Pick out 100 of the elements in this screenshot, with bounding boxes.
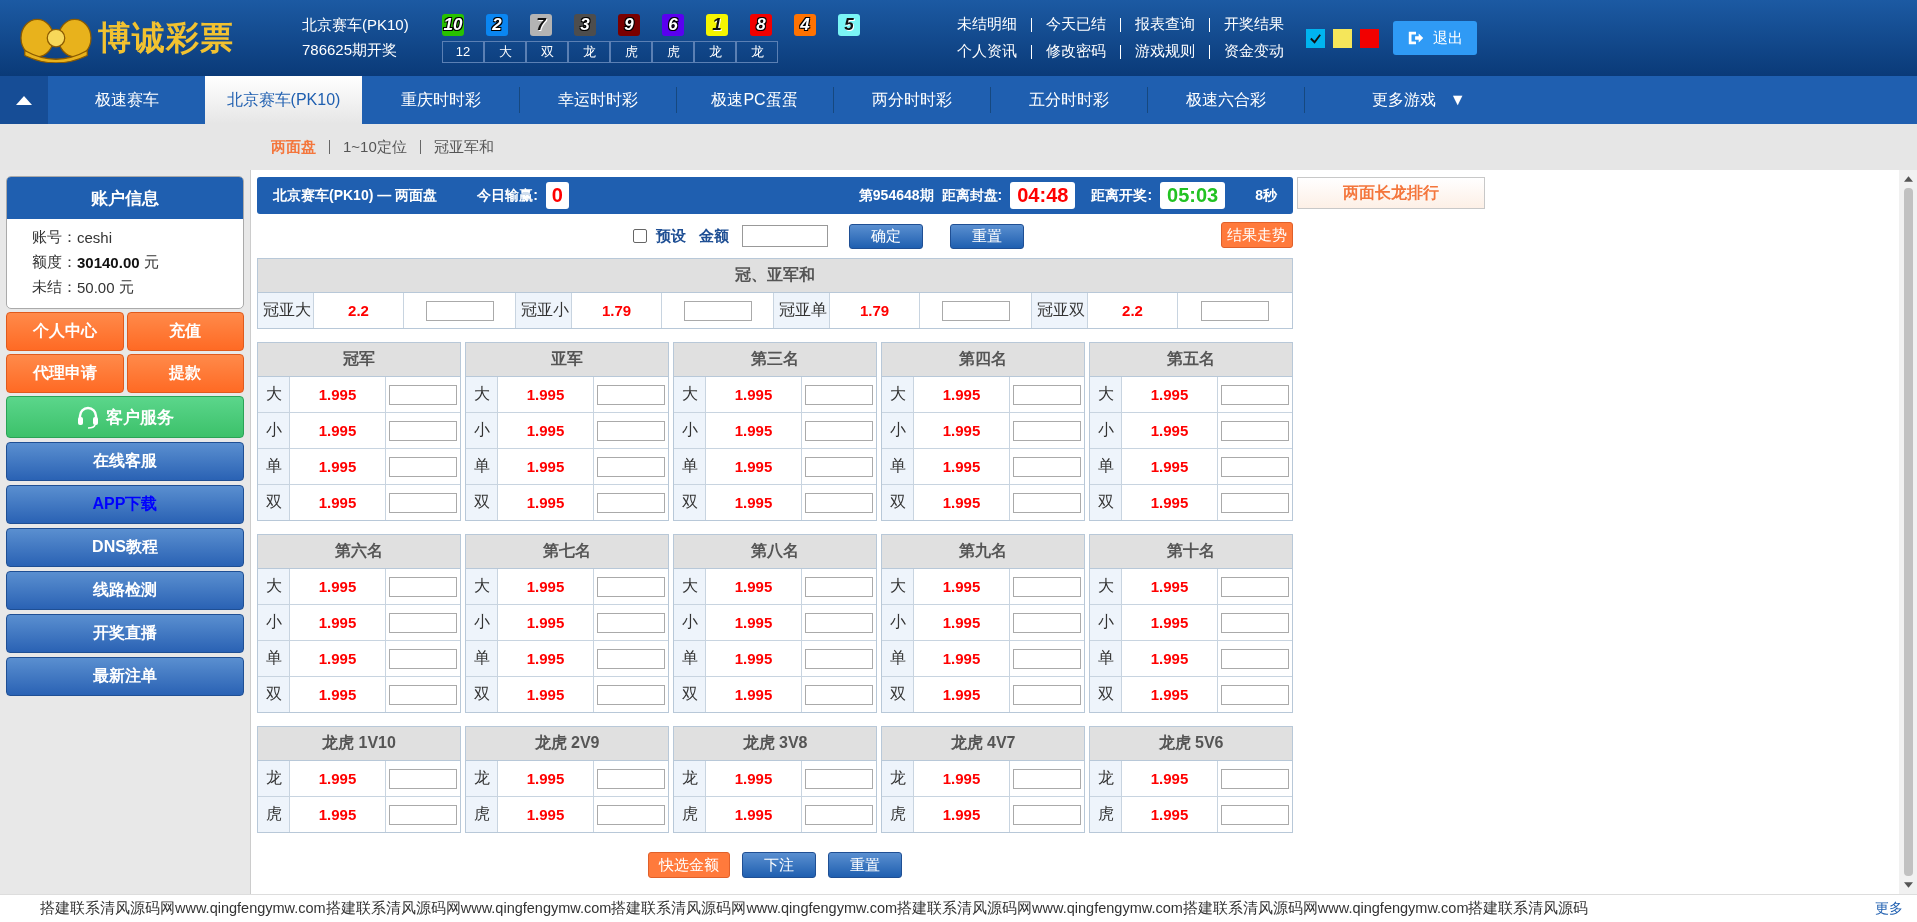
bet-amount-field[interactable] (597, 384, 665, 405)
bet-amount-field[interactable] (1013, 384, 1081, 405)
odds-cell: 1.995 (498, 569, 594, 604)
scrollbar-thumb[interactable] (1903, 188, 1913, 876)
bet-amount-field[interactable] (1221, 768, 1289, 789)
sidebar-button[interactable]: 最新注单 (6, 657, 244, 696)
bet-amount-field[interactable] (1013, 576, 1081, 597)
more-games-tab[interactable]: 更多游戏 ▼ (1304, 76, 1534, 124)
amount-label: 金额 (699, 226, 729, 246)
bet-amount-field[interactable] (941, 300, 1010, 321)
bet-amount-field[interactable] (1201, 300, 1269, 321)
sidebar-button[interactable]: DNS教程 (6, 528, 244, 567)
bet-amount-field[interactable] (1221, 648, 1289, 669)
header-link[interactable]: 未结明细 (957, 15, 1017, 34)
play-type-link[interactable]: 冠亚军和 (433, 137, 494, 157)
sidebar-button[interactable]: 开奖直播 (6, 614, 244, 653)
table-cell: 双 (258, 485, 290, 520)
bet-amount-field[interactable] (597, 768, 665, 789)
bet-amount-field[interactable] (1221, 612, 1289, 633)
bet-amount-field[interactable] (389, 684, 457, 705)
bet-amount-field[interactable] (425, 300, 494, 321)
bet-amount-field[interactable] (389, 384, 457, 405)
bet-amount-field[interactable] (1013, 648, 1081, 669)
sidebar-button[interactable]: 在线客服 (6, 442, 244, 481)
bet-amount-field[interactable] (389, 648, 457, 669)
bet-amount-field[interactable] (1221, 492, 1289, 513)
bet-amount-field[interactable] (805, 456, 873, 477)
bet-amount-field[interactable] (597, 576, 665, 597)
bet-amount-field[interactable] (389, 576, 457, 597)
header-link[interactable]: 修改密码 (1046, 42, 1106, 61)
table-cell: 双 (674, 485, 706, 520)
bet-amount-field[interactable] (1013, 612, 1081, 633)
play-type-link[interactable]: 1~10定位 (343, 137, 407, 157)
amount-field[interactable] (742, 225, 828, 247)
game-tab[interactable]: 五分时时彩 (990, 76, 1147, 124)
odds-cell: 1.995 (290, 605, 386, 640)
game-tab[interactable]: 极速六合彩 (1147, 76, 1304, 124)
more-link[interactable]: 更多 (1875, 899, 1903, 918)
game-tab[interactable]: 极速PC蛋蛋 (676, 76, 833, 124)
bet-amount-field[interactable] (597, 804, 665, 825)
header-link[interactable]: 今天已结 (1046, 15, 1106, 34)
action-button[interactable]: 重置 (828, 852, 902, 878)
bet-amount-field[interactable] (805, 492, 873, 513)
bet-amount-field[interactable] (389, 804, 457, 825)
collapse-button[interactable] (0, 76, 48, 124)
sidebar-button[interactable]: 线路检测 (6, 571, 244, 610)
bet-amount-field[interactable] (597, 420, 665, 441)
header-link[interactable]: 资金变动 (1224, 42, 1284, 61)
bet-amount-field[interactable] (805, 648, 873, 669)
header-link[interactable]: 个人资讯 (957, 42, 1017, 61)
bet-amount-field[interactable] (389, 492, 457, 513)
bet-amount-field[interactable] (389, 456, 457, 477)
bet-amount-field[interactable] (389, 768, 457, 789)
bet-amount-field[interactable] (1013, 804, 1081, 825)
bet-amount-field[interactable] (805, 768, 873, 789)
bet-amount-field[interactable] (1221, 576, 1289, 597)
bet-amount-field[interactable] (1013, 768, 1081, 789)
bet-amount-field[interactable] (1221, 420, 1289, 441)
header-link[interactable]: 开奖结果 (1224, 15, 1284, 34)
bet-amount-field[interactable] (805, 684, 873, 705)
odds-cell: 1.995 (706, 485, 802, 520)
action-button[interactable]: 下注 (742, 852, 816, 878)
scroll-up-icon[interactable] (1903, 176, 1913, 182)
theme-swatch[interactable] (1306, 28, 1325, 48)
bet-amount-field[interactable] (1013, 420, 1081, 441)
reset-button[interactable]: 重置 (950, 223, 1024, 249)
bet-amount-field[interactable] (1013, 684, 1081, 705)
header-link[interactable]: 游戏规则 (1135, 42, 1195, 61)
header-link[interactable]: 报表查询 (1135, 15, 1195, 34)
game-tab[interactable]: 幸运时时彩 (519, 76, 676, 124)
bet-amount-field[interactable] (805, 612, 873, 633)
bet-amount-field[interactable] (597, 648, 665, 669)
bet-amount-field[interactable] (805, 384, 873, 405)
theme-swatch[interactable] (1333, 28, 1352, 48)
game-tab[interactable]: 重庆时时彩 (362, 76, 519, 124)
game-tab[interactable]: 两分时时彩 (833, 76, 990, 124)
table-cell: 冠亚双 (1032, 293, 1088, 328)
bet-amount-field[interactable] (1013, 456, 1081, 477)
bet-amount-field[interactable] (597, 456, 665, 477)
bet-amount-field[interactable] (1221, 804, 1289, 825)
bet-amount-field[interactable] (1013, 492, 1081, 513)
bet-amount-field[interactable] (597, 492, 665, 513)
bet-amount-field[interactable] (1221, 384, 1289, 405)
bet-amount-field[interactable] (683, 300, 752, 321)
bet-amount-field[interactable] (805, 576, 873, 597)
preset-checkbox[interactable] (633, 229, 647, 243)
bet-amount-field[interactable] (1221, 456, 1289, 477)
bet-amount-field[interactable] (597, 684, 665, 705)
confirm-button[interactable]: 确定 (849, 223, 923, 249)
theme-swatch[interactable] (1360, 28, 1379, 48)
game-tab[interactable]: 极速赛车 (48, 76, 205, 124)
game-tab[interactable]: 北京赛车(PK10) (205, 76, 362, 124)
scroll-down-icon[interactable] (1903, 882, 1913, 888)
bet-amount-field[interactable] (389, 420, 457, 441)
bet-amount-field[interactable] (597, 612, 665, 633)
bet-amount-field[interactable] (805, 420, 873, 441)
bet-amount-field[interactable] (389, 612, 457, 633)
bet-amount-field[interactable] (1221, 684, 1289, 705)
bet-amount-field[interactable] (805, 804, 873, 825)
odds-cell: 2.2 (314, 293, 404, 328)
